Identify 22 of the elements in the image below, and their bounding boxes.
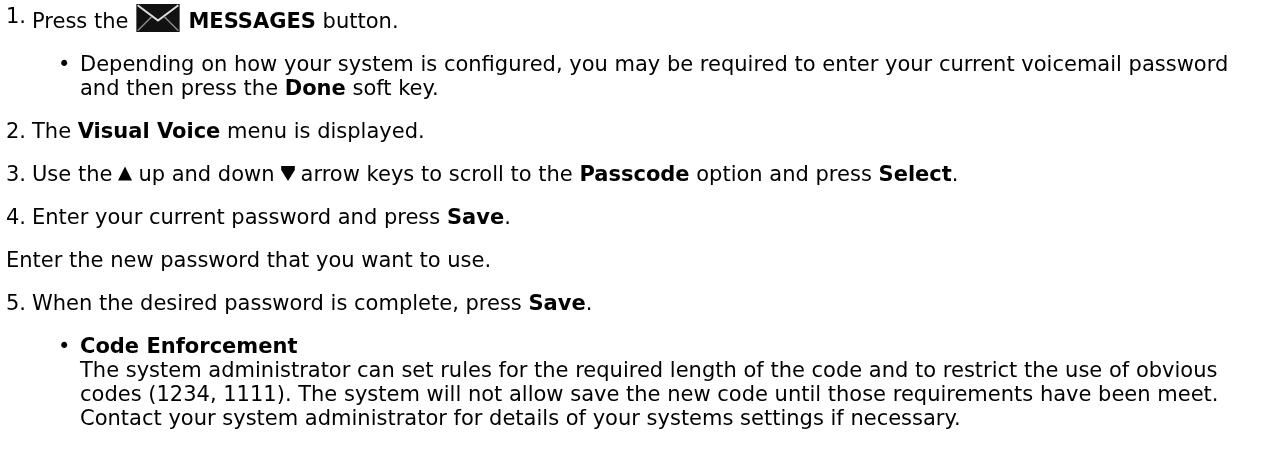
step-text: arrow keys to scroll to the Passcode option and press Select. bbox=[300, 162, 959, 186]
step-number: 3. bbox=[6, 162, 28, 186]
up-arrow-icon bbox=[118, 166, 133, 181]
envelope-icon bbox=[135, 4, 182, 32]
step-number: 4. bbox=[6, 205, 28, 229]
step-text: Press the bbox=[32, 9, 129, 33]
step-number: 1. bbox=[6, 4, 28, 30]
bullet-text: The system administrator can set rules for the required length of the code and to restrict the use of obvious codes (1234, 1111). The system will not allow save the new code until those requirements have been meet. Contact your system administrator for details of your systems settings if necessary. bbox=[80, 358, 1220, 430]
step-number: 5. bbox=[6, 291, 28, 315]
step-text: Enter the new password that you want to use. bbox=[6, 248, 492, 272]
step-text: MESSAGES button. bbox=[188, 9, 399, 33]
bullet-mark: • bbox=[58, 334, 72, 360]
step-text: The Visual Voice menu is displayed. bbox=[32, 119, 425, 143]
step-text: When the desired password is complete, press Save. bbox=[32, 291, 593, 315]
step-text: Use the bbox=[32, 162, 113, 186]
bullet-text: Depending on how your system is configured, you may be required to enter your current voicemail password and then press the Done soft key. bbox=[80, 52, 1230, 100]
step-text: Enter your current password and press Save. bbox=[32, 205, 511, 229]
bullet-title: Code Enforcement bbox=[80, 334, 299, 358]
step-text: up and down bbox=[138, 162, 275, 186]
bullet-mark: • bbox=[58, 52, 72, 78]
step-number: 2. bbox=[6, 119, 28, 143]
down-arrow-icon bbox=[280, 166, 295, 181]
